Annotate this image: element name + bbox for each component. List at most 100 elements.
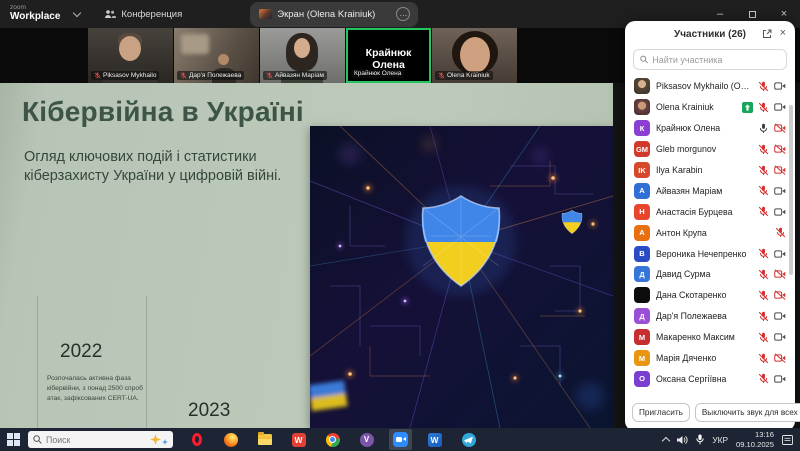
participant-row[interactable]: Д Давид Сурма xyxy=(625,264,795,285)
taskbar-app-wps[interactable]: W xyxy=(287,429,310,450)
tile-name-label: Дар'я Полежаева xyxy=(177,71,244,80)
participant-row[interactable]: IK Ilya Karabin xyxy=(625,160,795,181)
chrome-icon xyxy=(326,433,340,447)
network-image xyxy=(310,126,613,428)
invite-button[interactable]: Пригласить xyxy=(632,403,690,422)
taskbar-search[interactable] xyxy=(28,431,173,448)
camera-status-icon xyxy=(774,144,786,154)
participant-row[interactable]: В Вероника Нечепренко xyxy=(625,243,795,264)
muted-mic-icon xyxy=(94,72,101,79)
muted-mic-icon xyxy=(438,72,445,79)
milestone-year: 2023 xyxy=(188,400,289,422)
participant-search[interactable] xyxy=(633,49,787,70)
video-tile[interactable]: Дар'я Полежаева Дар'я Полежаева xyxy=(174,28,259,83)
opera-icon xyxy=(192,433,202,446)
participant-avatar xyxy=(634,78,650,94)
participant-row[interactable]: Дана Скотаренко xyxy=(625,285,795,306)
search-input[interactable] xyxy=(652,55,780,65)
participant-avatar xyxy=(634,99,650,115)
taskbar-app-explorer[interactable] xyxy=(253,429,276,450)
speaker-icon[interactable] xyxy=(677,435,688,445)
taskbar-search-input[interactable] xyxy=(46,435,146,445)
tab-conference[interactable]: Конференция xyxy=(96,0,190,28)
people-icon xyxy=(104,9,116,19)
chevron-down-icon[interactable] xyxy=(73,9,81,17)
active-speaker-name: Крайнюк Олена xyxy=(348,47,429,71)
presentation-slide: Кібервійна в Україні Огляд ключових поді… xyxy=(0,83,613,428)
mic-status-icon xyxy=(758,123,769,134)
clock[interactable]: 13:16 09.10.2025 xyxy=(736,430,774,449)
tile-name-label: Крайнюк Олена xyxy=(351,69,404,78)
timeline-milestone: 2022 Розпочалась активна фаза кібервійни… xyxy=(47,341,144,404)
video-tile[interactable]: Крайнюк Олена Крайнюк Олена xyxy=(346,28,431,83)
camera-status-icon xyxy=(774,123,786,133)
copilot-sparkles-icon xyxy=(150,434,168,445)
participant-list: Piksasov Mykhailo (Организатор, я) Olena… xyxy=(625,75,795,397)
mic-status-icon xyxy=(758,332,769,343)
participant-row[interactable]: Piksasov Mykhailo (Организатор, я) xyxy=(625,76,795,97)
participant-row[interactable]: А Айвазян Маріам xyxy=(625,180,795,201)
participant-row[interactable]: Olena Krainiuk xyxy=(625,97,795,118)
video-thumbnail xyxy=(460,37,490,73)
system-tray: УКР 13:16 09.10.2025 xyxy=(663,430,800,449)
taskbar-app-word[interactable]: W xyxy=(423,429,446,450)
mic-status-icon xyxy=(758,353,769,364)
mute-all-button[interactable]: Выключить звук для всех xyxy=(695,403,800,422)
taskbar-apps: WVW xyxy=(185,428,480,451)
participant-name: Макаренко Максим xyxy=(656,332,752,342)
popout-icon[interactable] xyxy=(762,29,772,39)
video-tile[interactable]: Piksasov Mykhailo Piksasov Mykhailo xyxy=(88,28,173,83)
participant-row[interactable]: К Крайнюк Олена xyxy=(625,118,795,139)
camera-status-icon xyxy=(774,374,786,384)
logo-bottom: Workplace xyxy=(10,12,60,23)
participant-avatar: К xyxy=(634,120,650,136)
tab-screen-share[interactable]: Экран (Olena Krainiuk) … xyxy=(250,2,418,27)
timeline-divider xyxy=(37,296,38,428)
participant-avatar: О xyxy=(634,371,650,387)
search-icon xyxy=(640,55,648,64)
video-tile[interactable]: Айвазян Маріам Айвазян Маріам xyxy=(260,28,345,83)
tile-name-label: Piksasov Mykhailo xyxy=(91,71,159,80)
date: 09.10.2025 xyxy=(736,440,774,449)
participant-name: Марія Дяченко xyxy=(656,353,752,363)
mic-status-icon xyxy=(758,373,769,384)
action-center-icon[interactable] xyxy=(782,435,793,445)
timeline-milestone: 2023 За даними Microsoft, понад 60% усіх… xyxy=(188,400,289,428)
participant-row[interactable]: А Антон Крупа xyxy=(625,222,795,243)
camera-status-icon xyxy=(774,102,786,112)
participant-avatar: IK xyxy=(634,162,650,178)
slide-subtitle: Огляд ключових подій і статистики кіберз… xyxy=(24,148,292,186)
participant-row[interactable]: М Макаренко Максим xyxy=(625,327,795,348)
microphone-icon[interactable] xyxy=(696,434,704,445)
participant-row[interactable]: О Оксана Сергіївна xyxy=(625,368,795,389)
video-thumbnail xyxy=(218,54,229,65)
close-icon[interactable]: × xyxy=(780,28,786,39)
participant-name: Крайнюк Олена xyxy=(656,123,752,133)
zoom-workplace-logo: zoom Workplace xyxy=(10,5,60,22)
mic-status-icon xyxy=(758,185,769,196)
taskbar-app-chrome[interactable] xyxy=(321,429,344,450)
zoom-app-window: zoom Workplace Конференция Экран (Olena … xyxy=(0,0,800,451)
camera-status-icon xyxy=(774,207,786,217)
taskbar-app-telegram[interactable] xyxy=(457,429,480,450)
participant-name: Piksasov Mykhailo xyxy=(103,72,156,79)
tray-overflow-icon[interactable] xyxy=(662,437,670,445)
start-button[interactable] xyxy=(0,428,26,451)
video-tile[interactable]: Olena Krainiuk Olena Krainiuk xyxy=(432,28,517,83)
milestone-text: Розпочалась активна фаза кібервійни, з п… xyxy=(47,374,144,404)
participant-row[interactable]: М Марія Дяченко xyxy=(625,348,795,369)
taskbar-app-zoom[interactable] xyxy=(389,429,412,450)
taskbar-app-viber[interactable]: V xyxy=(355,429,378,450)
participant-name: Айвазян Маріам xyxy=(656,186,752,196)
taskbar-app-firefox[interactable] xyxy=(219,429,242,450)
taskbar-app-opera[interactable] xyxy=(185,429,208,450)
more-options-icon[interactable]: … xyxy=(396,7,410,21)
language-indicator[interactable]: УКР xyxy=(712,435,728,445)
participant-name: Давид Сурма xyxy=(656,269,752,279)
participant-row[interactable]: Д Дар'я Полежаева xyxy=(625,306,795,327)
participant-row[interactable]: GM Gleb morgunov xyxy=(625,139,795,160)
video-thumbnail xyxy=(294,38,310,58)
telegram-icon xyxy=(462,433,476,447)
participant-row[interactable]: Н Анастасія Бурцева xyxy=(625,201,795,222)
scrollbar[interactable] xyxy=(789,105,793,275)
